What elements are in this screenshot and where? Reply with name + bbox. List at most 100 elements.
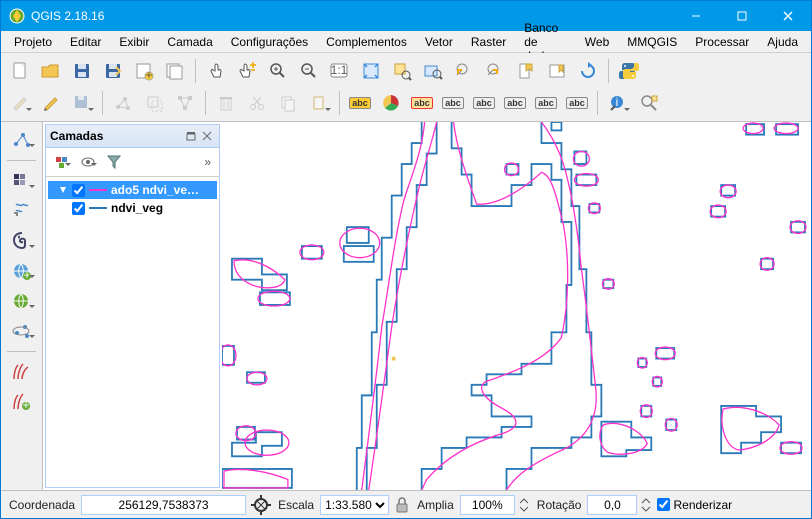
toolbar-area: + 1:1 abc abc abc abc [1, 53, 811, 122]
save-as-button[interactable] [98, 56, 128, 86]
map-canvas[interactable] [222, 122, 811, 490]
mouse-extent-toggle-icon[interactable] [250, 494, 272, 516]
new-bookmark-button[interactable] [511, 56, 541, 86]
refresh-button[interactable] [573, 56, 603, 86]
label-highlight-button[interactable]: abc [407, 88, 437, 118]
scale-select[interactable]: 1:33.580 [320, 495, 389, 515]
status-bar: Coordenada Escala 1:33.580 Amplia Rotaçã… [1, 490, 811, 518]
menu-projeto[interactable]: Projeto [5, 33, 61, 51]
zoom-selection-button[interactable] [387, 56, 417, 86]
save-edits-button [67, 88, 97, 118]
cut-button [242, 88, 272, 118]
abc-rotate-icon: abc [535, 97, 557, 109]
menu-processar[interactable]: Processar [686, 33, 758, 51]
render-checkbox[interactable] [657, 498, 670, 511]
menu-mmqgis[interactable]: MMQGIS [618, 33, 686, 51]
zoom-out-button[interactable] [294, 56, 324, 86]
menu-ajuda[interactable]: Ajuda [758, 33, 807, 51]
tree-expand-icon[interactable] [58, 185, 68, 195]
magnifier-down-icon[interactable] [519, 505, 529, 513]
panel-close-button[interactable] [199, 128, 215, 144]
layers-panel-title: Camadas [50, 129, 103, 143]
grass-region-button[interactable]: + [6, 388, 38, 416]
layer-checkbox-0[interactable] [72, 184, 85, 197]
layer-symbol-1 [89, 207, 107, 209]
layers-panel: Camadas » ado5 ndvi_veg... ndvi_ve [45, 124, 220, 488]
left-toolbar: + + [1, 122, 43, 490]
abc-highlight-icon: abc [411, 97, 433, 109]
add-vector-layer-button[interactable] [6, 126, 38, 154]
abc-change-icon: abc [566, 97, 588, 109]
composer-manager-button[interactable] [160, 56, 190, 86]
render-label: Renderizar [673, 498, 732, 512]
coord-input[interactable] [81, 495, 246, 515]
abc-show-icon: abc [473, 97, 495, 109]
layers-panel-header[interactable]: Camadas [46, 125, 219, 148]
layer-visibility-button[interactable] [76, 151, 100, 173]
rotation-label: Rotação [535, 498, 584, 512]
pin-labels-button: abc [438, 88, 468, 118]
panel-undock-button[interactable] [183, 128, 199, 144]
window-maximize-button[interactable] [719, 1, 765, 31]
zoom-next-button[interactable] [480, 56, 510, 86]
magnifier-up-icon[interactable] [519, 497, 529, 505]
rotation-up-icon[interactable] [641, 497, 651, 505]
zoom-full-button[interactable] [356, 56, 386, 86]
svg-text:+: + [145, 68, 152, 81]
magnifier-input[interactable] [460, 495, 515, 515]
grass-tools-button[interactable] [6, 358, 38, 386]
layer-node-0[interactable]: ado5 ndvi_veg... [48, 181, 217, 199]
current-edits-button [5, 88, 35, 118]
rotation-input[interactable] [587, 495, 637, 515]
new-print-composer-button[interactable]: + [129, 56, 159, 86]
new-project-button[interactable] [5, 56, 35, 86]
python-console-button[interactable] [614, 56, 644, 86]
layer-node-1[interactable]: ndvi_veg [48, 199, 217, 217]
rotation-down-icon[interactable] [641, 505, 651, 513]
zoom-last-button[interactable] [449, 56, 479, 86]
menu-vetor[interactable]: Vetor [416, 33, 462, 51]
layer-symbol-0 [89, 189, 107, 191]
window-minimize-button[interactable] [673, 1, 719, 31]
add-delimited-text-button[interactable] [6, 197, 38, 225]
menu-complementos[interactable]: Complementos [317, 33, 416, 51]
add-postgis-button[interactable] [6, 227, 38, 255]
abc-icon: abc [349, 97, 371, 109]
add-raster-layer-button[interactable] [6, 167, 38, 195]
window-close-button[interactable] [765, 1, 811, 31]
select-features-button[interactable] [634, 88, 664, 118]
add-virtual-layer-button[interactable] [6, 317, 38, 345]
diagram-button[interactable] [376, 88, 406, 118]
zoom-native-button[interactable]: 1:1 [325, 56, 355, 86]
toolbar-row-2: abc abc abc abc abc abc abc i [5, 87, 807, 119]
menu-web[interactable]: Web [576, 33, 618, 51]
menu-exibir[interactable]: Exibir [110, 33, 158, 51]
zoom-layer-button[interactable] [418, 56, 448, 86]
layer-style-button[interactable] [50, 151, 74, 173]
coord-label: Coordenada [7, 498, 77, 512]
open-project-button[interactable] [36, 56, 66, 86]
menu-camada[interactable]: Camada [158, 33, 221, 51]
show-bookmarks-button[interactable] [542, 56, 572, 86]
layer-checkbox-1[interactable] [72, 202, 85, 215]
identify-button[interactable]: i [603, 88, 633, 118]
label-layer-button[interactable]: abc [345, 88, 375, 118]
scale-lock-icon[interactable] [393, 496, 411, 514]
layer-expand-button[interactable]: » [204, 155, 215, 169]
render-checkbox-wrap[interactable]: Renderizar [657, 498, 732, 512]
zoom-in-button[interactable] [263, 56, 293, 86]
layer-name-0: ado5 ndvi_veg... [111, 183, 201, 197]
menu-configuracoes[interactable]: Configurações [222, 33, 317, 51]
magnifier-label: Amplia [415, 498, 456, 512]
rotate-label-button: abc [531, 88, 561, 118]
menu-editar[interactable]: Editar [61, 33, 110, 51]
pan-to-selection-button[interactable] [232, 56, 262, 86]
layer-filter-button[interactable] [102, 151, 126, 173]
menu-raster[interactable]: Raster [462, 33, 515, 51]
save-project-button[interactable] [67, 56, 97, 86]
menu-bar: Projeto Editar Exibir Camada Configuraçõ… [1, 31, 811, 53]
add-wcs-button[interactable] [6, 287, 38, 315]
toggle-editing-button[interactable] [36, 88, 66, 118]
pan-button[interactable] [201, 56, 231, 86]
add-wms-button[interactable]: + [6, 257, 38, 285]
